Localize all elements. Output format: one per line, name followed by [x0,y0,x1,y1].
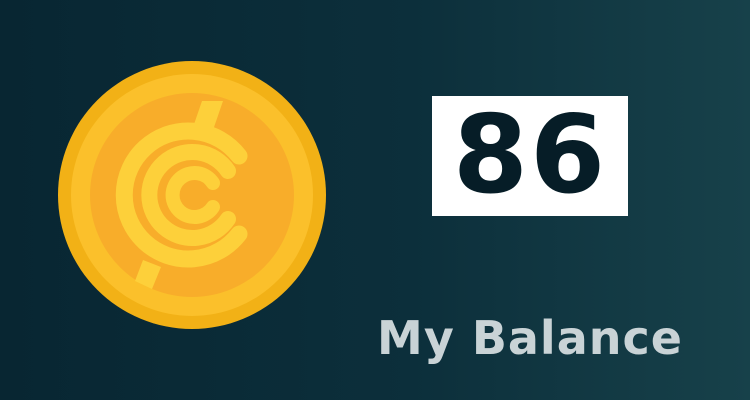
coin-icon [57,60,327,330]
balance-value: 86 [432,96,628,216]
balance-card: 86 My Balance [0,0,750,400]
balance-label: My Balance [377,311,683,365]
